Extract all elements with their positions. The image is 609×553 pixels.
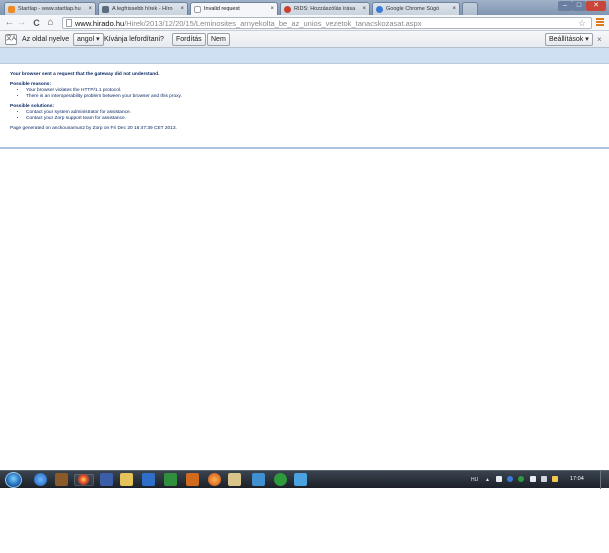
error-message: Your browser sent a request that the gat… bbox=[10, 72, 600, 132]
word-icon[interactable] bbox=[142, 473, 155, 486]
network-icon[interactable] bbox=[100, 473, 113, 486]
translate-bar: 文A Az oldal nyelve angol ▾ Kívánja lefor… bbox=[0, 31, 609, 48]
window-close-button[interactable]: ✕ bbox=[586, 1, 606, 11]
reload-button[interactable]: C bbox=[31, 17, 42, 29]
minimize-button[interactable]: – bbox=[558, 1, 572, 11]
tab-chrome-help[interactable]: Google Chrome Súgó × bbox=[372, 2, 460, 15]
translate-icon: 文A bbox=[5, 34, 17, 45]
tab-title: Startlap - www.startlap.hu bbox=[18, 6, 81, 12]
close-tab-icon[interactable]: × bbox=[362, 3, 366, 15]
taskbar: HU ▲ 17:04 bbox=[0, 470, 609, 489]
info-icon[interactable] bbox=[507, 476, 513, 482]
tab-title: A legfrissebb hírek - Híro bbox=[112, 6, 173, 12]
show-desktop-button[interactable] bbox=[600, 471, 609, 489]
no-button[interactable]: Nem bbox=[207, 33, 230, 46]
chrome-icon bbox=[78, 474, 89, 485]
url-text[interactable]: www.hirado.hu/Hirek/2013/12/20/15/Lemino… bbox=[75, 18, 421, 29]
tab-title: RIDS: Hozzászólás írása bbox=[294, 6, 356, 12]
messenger-icon[interactable] bbox=[294, 473, 307, 486]
tab-startlap[interactable]: Startlap - www.startlap.hu × bbox=[4, 2, 96, 15]
skype-icon[interactable] bbox=[252, 473, 265, 486]
settings-button[interactable]: Beállítások ▾ bbox=[545, 33, 593, 46]
footer-rule bbox=[0, 147, 609, 149]
excel-icon[interactable] bbox=[164, 473, 177, 486]
new-tab-button[interactable] bbox=[462, 2, 478, 15]
explorer-icon[interactable] bbox=[228, 473, 241, 486]
chevron-down-icon: ▾ bbox=[585, 36, 589, 43]
security-icon[interactable] bbox=[518, 476, 524, 482]
clock[interactable]: 17:04 bbox=[570, 475, 584, 484]
close-infobar-icon[interactable]: × bbox=[597, 34, 602, 45]
star-icon[interactable]: ☆ bbox=[578, 17, 586, 29]
tab-rids[interactable]: RIDS: Hozzászólás írása × bbox=[280, 2, 370, 15]
tab-invalid-request[interactable]: Invalid request × bbox=[190, 2, 278, 16]
show-hidden-icons-icon[interactable]: ▲ bbox=[485, 476, 490, 484]
page-content: Your browser sent a request that the gat… bbox=[0, 48, 609, 470]
start-button[interactable] bbox=[5, 472, 22, 488]
tab-strip: Startlap - www.startlap.hu × A legfrisse… bbox=[0, 0, 609, 16]
navigation-bar: ← → C ⌂ www.hirado.hu/Hirek/2013/12/20/1… bbox=[0, 15, 609, 31]
input-language[interactable]: HU bbox=[471, 476, 478, 484]
close-tab-icon[interactable]: × bbox=[452, 3, 456, 15]
chrome-help-favicon-icon bbox=[376, 6, 383, 13]
page-favicon-icon bbox=[194, 6, 201, 13]
language-value: angol bbox=[77, 36, 95, 43]
close-tab-icon[interactable]: × bbox=[180, 3, 184, 15]
startlap-favicon-icon bbox=[8, 6, 15, 13]
page-icon bbox=[66, 19, 72, 27]
tool-icon[interactable] bbox=[55, 473, 68, 486]
chevron-down-icon: ▾ bbox=[96, 36, 100, 43]
language-select[interactable]: angol ▾ bbox=[73, 33, 104, 46]
firefox-icon[interactable] bbox=[208, 473, 221, 486]
header-band bbox=[0, 48, 609, 64]
power-icon[interactable] bbox=[552, 476, 558, 482]
forward-button[interactable]: → bbox=[16, 17, 27, 29]
translate-button[interactable]: Fordítás bbox=[172, 33, 206, 46]
rids-favicon-icon bbox=[284, 6, 291, 13]
volume-icon[interactable] bbox=[541, 476, 547, 482]
home-button[interactable]: ⌂ bbox=[45, 17, 56, 29]
solutions-list: Contact your system administrator for as… bbox=[10, 110, 600, 122]
page-footer: Page generated on anckounamun2 by Zorp o… bbox=[10, 126, 177, 131]
flag-icon[interactable] bbox=[496, 476, 502, 482]
back-button[interactable]: ← bbox=[4, 17, 15, 29]
language-prompt: Az oldal nyelve bbox=[22, 36, 70, 43]
tab-title: Invalid request bbox=[204, 6, 240, 12]
media-player-icon[interactable] bbox=[186, 473, 199, 486]
utorrent-icon[interactable] bbox=[274, 473, 287, 486]
network-tray-icon[interactable] bbox=[530, 476, 536, 482]
folder-icon[interactable] bbox=[120, 473, 133, 486]
url-host: www.hirado.hu bbox=[75, 19, 125, 28]
close-tab-icon[interactable]: × bbox=[270, 3, 274, 15]
translate-question: Kívánja lefordítani? bbox=[104, 36, 164, 43]
settings-label: Beállítások bbox=[549, 36, 584, 43]
ie-icon[interactable] bbox=[34, 473, 47, 486]
tab-hirado[interactable]: A legfrissebb hírek - Híro × bbox=[98, 2, 188, 15]
maximize-button[interactable]: □ bbox=[572, 1, 586, 11]
hirado-favicon-icon bbox=[102, 6, 109, 13]
url-path: /Hirek/2013/12/20/15/Leminosites_arnyeko… bbox=[124, 19, 422, 28]
tab-title: Google Chrome Súgó bbox=[386, 6, 440, 12]
address-bar[interactable]: www.hirado.hu/Hirek/2013/12/20/15/Lemino… bbox=[62, 17, 592, 29]
close-tab-icon[interactable]: × bbox=[88, 3, 92, 15]
menu-icon[interactable] bbox=[596, 18, 604, 27]
reasons-list: Your browser violates the HTTP/1.1 proto… bbox=[10, 88, 600, 100]
